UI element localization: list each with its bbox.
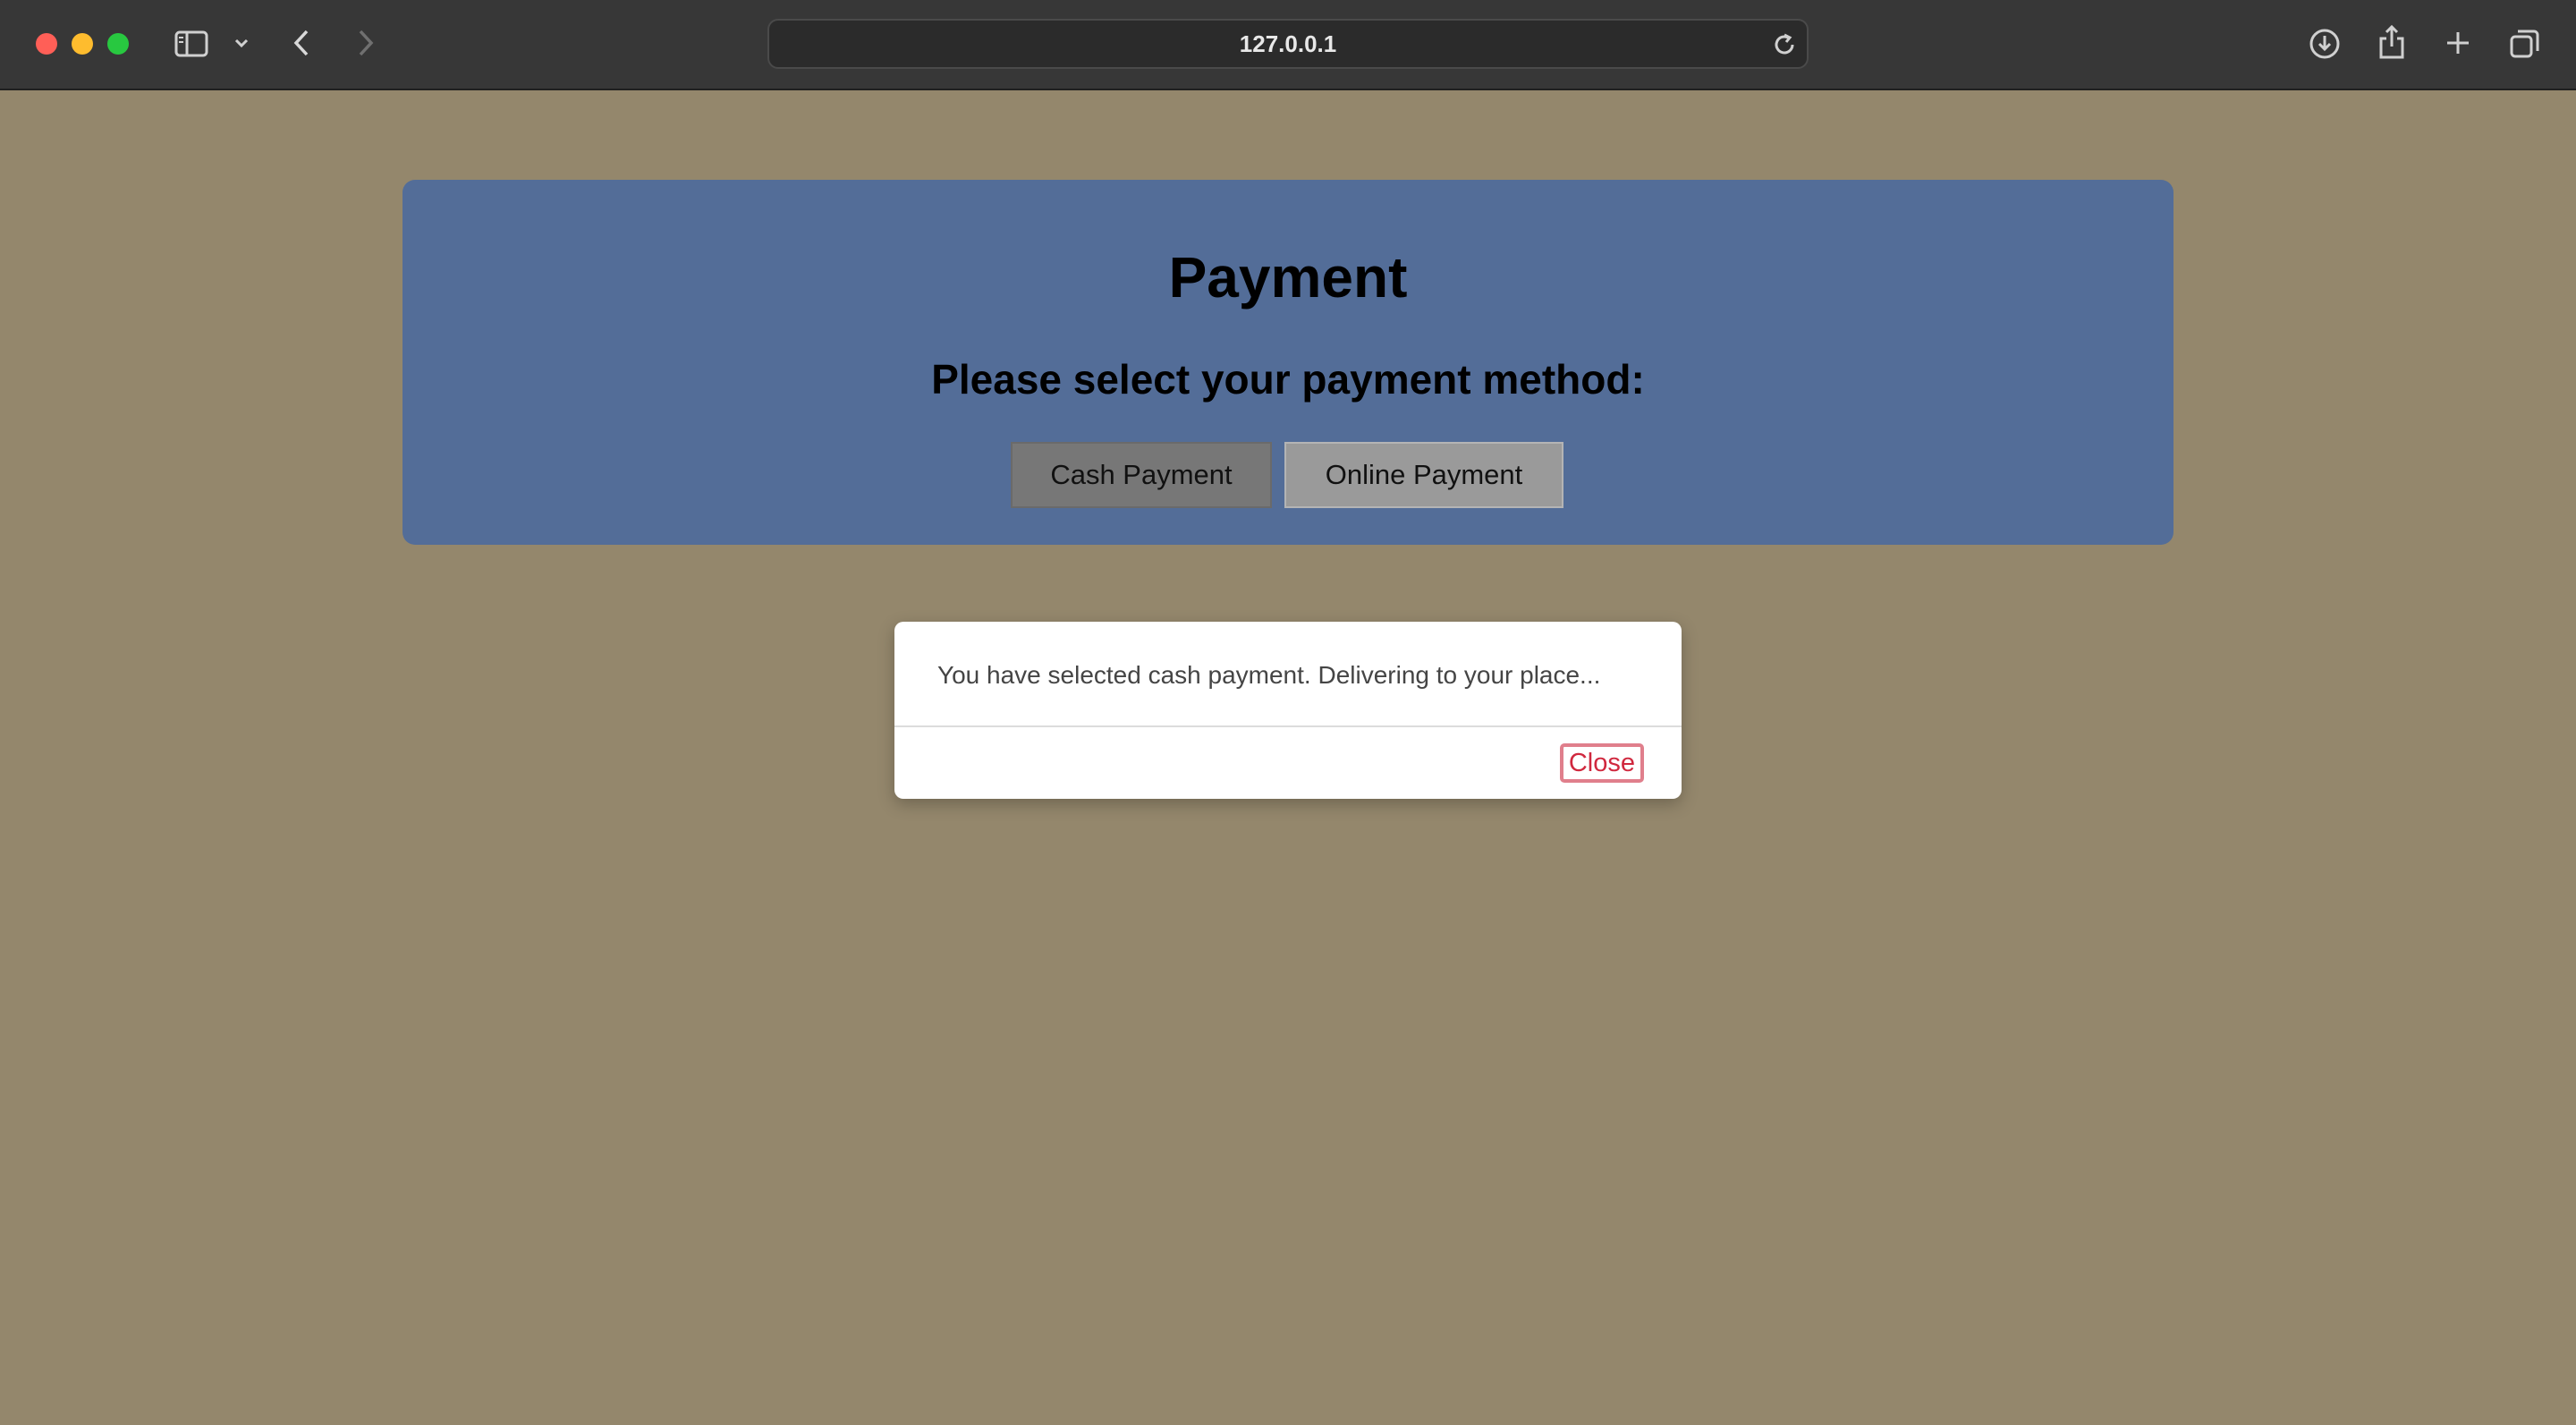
close-window-button[interactable] (36, 33, 57, 55)
download-icon[interactable] (2308, 27, 2342, 61)
page-title: Payment (1168, 245, 1408, 310)
chevron-right-icon[interactable] (352, 27, 379, 59)
plus-icon[interactable] (2442, 27, 2474, 59)
minimize-window-button[interactable] (72, 33, 93, 55)
payment-method-prompt: Please select your payment method: (931, 356, 1645, 403)
cash-payment-button[interactable]: Cash Payment (1011, 442, 1272, 508)
browser-toolbar: 127.0.0.1 (0, 0, 2576, 90)
online-payment-button[interactable]: Online Payment (1284, 442, 1563, 508)
reload-icon[interactable] (1771, 31, 1798, 58)
chevron-down-icon[interactable] (231, 32, 252, 54)
modal-body: You have selected cash payment. Deliveri… (894, 622, 1682, 727)
sidebar-icon[interactable] (174, 27, 209, 61)
address-bar[interactable]: 127.0.0.1 (767, 19, 1809, 69)
share-icon[interactable] (2376, 23, 2408, 61)
close-button[interactable]: Close (1559, 743, 1644, 783)
address-text: 127.0.0.1 (1239, 30, 1337, 57)
page-viewport: Payment Please select your payment metho… (0, 90, 2576, 1425)
chevron-left-icon[interactable] (288, 27, 315, 59)
fullscreen-window-button[interactable] (107, 33, 129, 55)
modal-message: You have selected cash payment. Deliveri… (937, 661, 1601, 689)
payment-panel: Payment Please select your payment metho… (402, 180, 2174, 545)
tabs-icon[interactable] (2508, 27, 2542, 61)
confirmation-modal: You have selected cash payment. Deliveri… (894, 622, 1682, 799)
